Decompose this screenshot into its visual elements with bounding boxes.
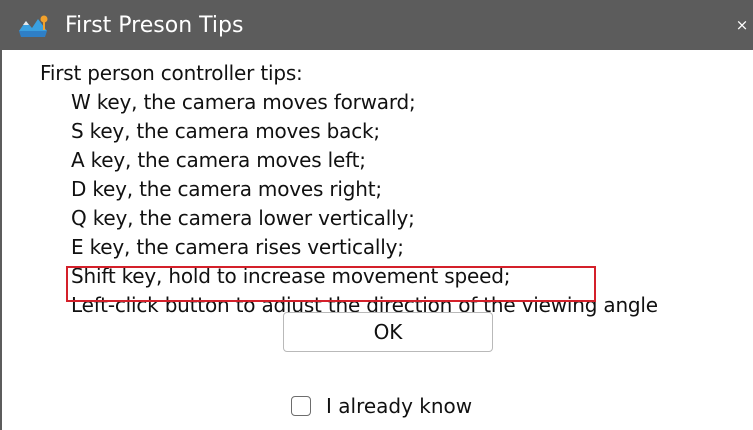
tip-right: D key, the camera moves right; — [71, 177, 382, 201]
already-know-label[interactable]: I already know — [326, 394, 472, 418]
tip-left: A key, the camera moves left; — [71, 148, 366, 172]
tip-forward: W key, the camera moves forward; — [71, 90, 416, 114]
title-bar[interactable]: First Preson Tips × — [0, 0, 753, 50]
tips-list: W key, the camera moves forward; S key, … — [40, 88, 750, 320]
tips-content: First person controller tips: W key, the… — [40, 59, 750, 320]
tip-lower: Q key, the camera lower vertically; — [71, 206, 415, 230]
window-title: First Preson Tips — [65, 13, 244, 38]
close-button[interactable]: × — [733, 14, 751, 36]
already-know-option[interactable]: I already know — [291, 392, 472, 420]
window-border — [0, 50, 2, 430]
tip-back: S key, the camera moves back; — [71, 119, 380, 143]
already-know-checkbox[interactable] — [291, 396, 311, 416]
app-icon — [19, 15, 48, 37]
ok-button[interactable]: OK — [283, 312, 493, 352]
tips-heading: First person controller tips: — [40, 61, 303, 85]
tip-shift-speed: Shift key, hold to increase movement spe… — [71, 264, 511, 288]
tips-dialog: First Preson Tips × First person control… — [0, 0, 753, 430]
tip-rise: E key, the camera rises vertically; — [71, 235, 404, 259]
